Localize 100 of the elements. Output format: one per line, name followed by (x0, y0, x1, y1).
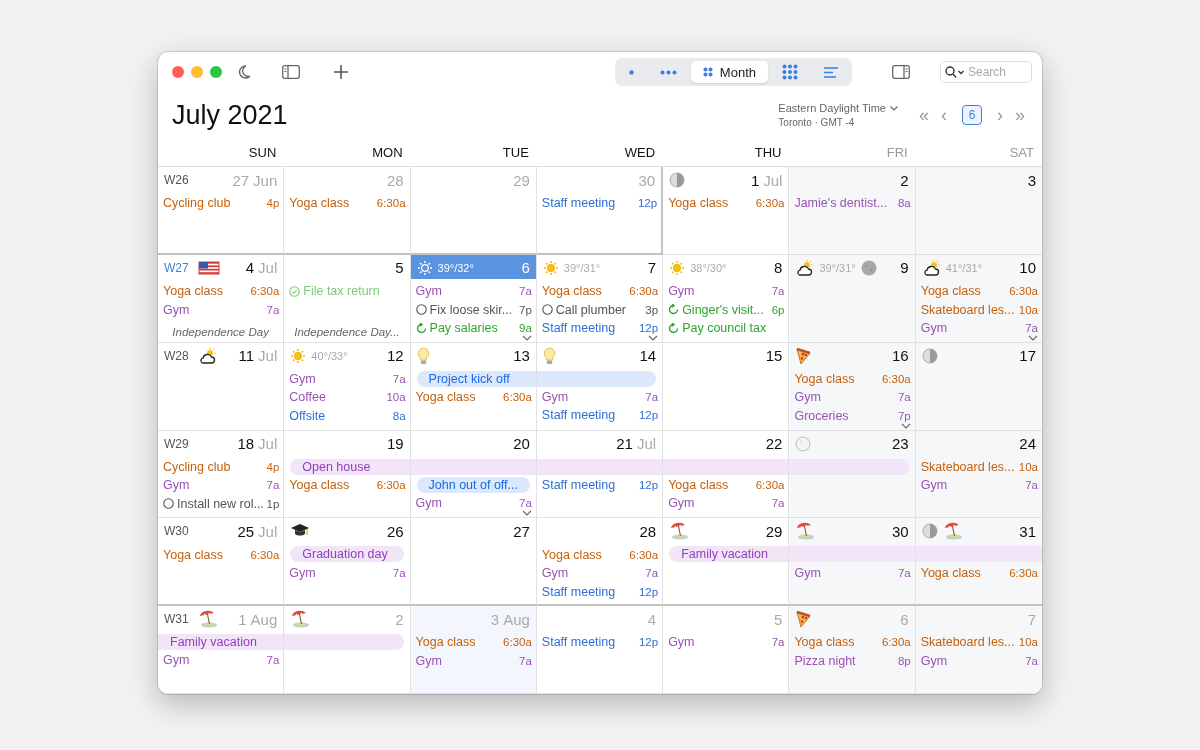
event-title[interactable]: Staff meeting (541, 196, 635, 211)
day-cell[interactable]: 40°/33° 12 Gym 7a Coffee 10a Offsite 8a (284, 342, 411, 431)
event-title[interactable]: Gym (415, 495, 517, 510)
event-title[interactable]: Gym (541, 389, 643, 404)
event-title[interactable]: Gym (541, 566, 643, 581)
event-title[interactable]: Gym (794, 390, 895, 405)
event-title[interactable]: Fix loose skir... (429, 302, 517, 317)
more-chevron-icon[interactable] (1028, 334, 1038, 341)
timezone-dropdown[interactable]: Eastern Daylight Time (778, 102, 898, 114)
more-chevron-icon[interactable] (521, 334, 532, 341)
multi-day-event[interactable]: Open house (290, 458, 410, 475)
day-cell[interactable]: 39°/32° 6 Gym 7a Fix loose skir... 7p Pay salaries 9a (410, 254, 537, 343)
event-title[interactable]: Yoga class (920, 284, 1007, 299)
event-title[interactable]: Gym (920, 478, 1023, 493)
event-title[interactable]: Skateboard les... (920, 635, 1016, 650)
sidebar-icon[interactable] (282, 65, 300, 79)
checked-circle-icon[interactable] (289, 285, 301, 297)
event-title[interactable]: Gym (415, 284, 517, 299)
multi-day-event[interactable]: John out of off... (416, 476, 530, 493)
event-title[interactable]: Staff meeting (541, 477, 636, 492)
day-cell[interactable]: 23 (789, 430, 916, 519)
event-title[interactable]: Yoga class (415, 389, 501, 404)
day-cell[interactable]: 4 Staff meeting 12p (536, 606, 664, 694)
more-chevron-icon[interactable] (648, 334, 659, 341)
event-title[interactable]: Yoga class (668, 477, 753, 492)
event-title[interactable]: Skateboard les... (920, 459, 1016, 474)
day-cell[interactable]: W27 4 Jul Yoga class 6:30a Gym 7a Independence Day (158, 254, 285, 343)
event-title[interactable]: Staff meeting (541, 584, 636, 599)
event-title[interactable]: Gym (668, 635, 769, 650)
event-title[interactable]: Pizza night (794, 653, 895, 668)
event-title[interactable]: Cycling club (163, 196, 264, 211)
event-title[interactable]: Yoga class (794, 371, 879, 386)
day-cell[interactable]: W28 11 Jul (158, 342, 285, 431)
task-circle-icon[interactable] (163, 498, 174, 510)
day-cell[interactable]: 19 Open house Yoga class 6:30a (284, 430, 411, 519)
multi-day-event[interactable]: Graduation day (290, 546, 404, 563)
event-title[interactable]: Call plumber (555, 302, 643, 317)
previous-button[interactable]: ‹ (938, 104, 950, 126)
event-title[interactable]: Pay council tax (682, 321, 785, 336)
zoom-button[interactable] (210, 66, 222, 78)
event-title[interactable]: Gym (794, 565, 895, 580)
day-cell[interactable]: 22 Yoga class 6:30a Gym 7a (663, 430, 790, 519)
event-title[interactable]: Jamie's dentist... (794, 196, 895, 211)
multi-day-event[interactable]: Project kick off (416, 370, 536, 387)
day-cell[interactable]: 41°/31° 10 Yoga class 6:30a Skateboard les... 10a Gym 7a (915, 254, 1042, 343)
day-cell[interactable]: 20 John out of off... Gym 7a (410, 430, 537, 519)
search-field[interactable]: Search (940, 61, 1032, 83)
event-title[interactable]: Pay salaries (429, 321, 517, 336)
add-icon[interactable] (334, 65, 348, 79)
event-title[interactable]: Gym (163, 478, 264, 493)
day-cell[interactable]: 26 Graduation day Gym 7a (284, 518, 411, 607)
task-circle-icon[interactable] (541, 304, 553, 316)
event-title[interactable]: Staff meeting (541, 408, 636, 423)
event-title[interactable]: Gym (668, 496, 769, 511)
event-title[interactable]: Gym (920, 653, 1023, 668)
event-title[interactable]: Cycling club (163, 459, 264, 474)
event-title[interactable]: Install new rol... (177, 496, 264, 511)
next-button[interactable]: › (994, 104, 1006, 126)
more-chevron-icon[interactable] (521, 510, 532, 517)
event-title[interactable]: Yoga class (541, 547, 627, 562)
event-title[interactable]: Yoga class (794, 635, 879, 650)
event-title[interactable]: Gym (668, 284, 769, 299)
event-title[interactable]: Yoga class (541, 284, 627, 299)
event-title[interactable]: Staff meeting (541, 635, 636, 650)
day-cell[interactable]: W26 27 Jun Cycling club 4p (158, 167, 285, 255)
day-cell[interactable]: 5 File tax return Independence Day... (284, 254, 411, 343)
day-cell[interactable]: 29 Family vacation (663, 518, 790, 607)
day-cell[interactable]: W31 1 Aug Family vacation Gym 7a (158, 606, 285, 694)
day-cell[interactable]: 39°/31° 9 (789, 254, 916, 343)
day-cell[interactable]: 13 Project kick off Yoga class 6:30a (410, 342, 537, 431)
event-title[interactable]: Skateboard les... (920, 302, 1016, 317)
event-title[interactable]: Yoga class (289, 477, 374, 492)
event-title[interactable]: Yoga class (920, 565, 1007, 580)
event-title[interactable]: Groceries (794, 408, 895, 423)
day-cell[interactable]: 30 Gym 7a (789, 518, 916, 607)
day-cell[interactable]: 28 Yoga class 6:30a Gym 7a Staff meeting 12p (536, 518, 664, 607)
event-title[interactable]: Ginger's visit... (682, 302, 769, 317)
multi-day-event[interactable]: Family vacation (158, 634, 284, 651)
day-cell[interactable]: 30 Staff meeting 12p (536, 167, 664, 255)
event-title[interactable]: Gym (920, 321, 1023, 336)
event-title[interactable]: Gym (289, 565, 390, 580)
view-tab[interactable]: Month (690, 61, 768, 83)
more-chevron-icon[interactable] (900, 422, 911, 429)
minimize-button[interactable] (191, 66, 203, 78)
event-title[interactable]: Gym (289, 371, 390, 386)
day-cell[interactable]: 3 (915, 167, 1042, 255)
event-title[interactable]: Gym (415, 653, 517, 668)
day-cell[interactable]: 17 (915, 342, 1042, 431)
day-cell[interactable]: 21 Jul Staff meeting 12p (536, 430, 664, 519)
event-title[interactable]: Staff meeting (541, 321, 636, 336)
day-cell[interactable]: 31 Yoga class 6:30a (915, 518, 1042, 607)
day-cell[interactable]: 3 Aug Yoga class 6:30a Gym 7a (410, 606, 537, 694)
day-cell[interactable]: 16 Yoga class 6:30a Gym 7a Groceries 7p (789, 342, 916, 431)
event-title[interactable]: Gym (163, 302, 264, 317)
day-cell[interactable]: 24 Skateboard les... 10a Gym 7a (915, 430, 1042, 519)
event-title[interactable]: Offsite (289, 408, 390, 423)
day-cell[interactable]: 28 Yoga class 6:30a (284, 167, 411, 255)
moon-icon[interactable] (236, 64, 252, 80)
multi-day-event[interactable]: Family vacation (669, 546, 789, 563)
panel-icon[interactable] (892, 65, 910, 79)
